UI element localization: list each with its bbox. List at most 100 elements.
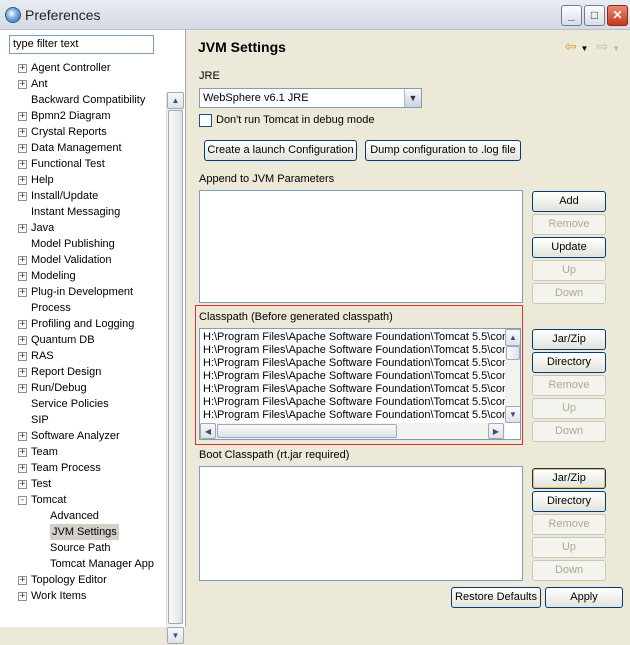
forward-menu-chevron-icon[interactable]: ▼ — [612, 44, 620, 53]
classpath-down-button[interactable]: Down — [532, 421, 606, 442]
tree-item[interactable]: - Tomcat — [0, 492, 166, 508]
maximize-button[interactable]: □ — [584, 5, 605, 26]
filter-input[interactable]: type filter text — [9, 35, 154, 54]
tree-item[interactable]: + Run/Debug — [0, 380, 166, 396]
expand-icon[interactable]: + — [18, 336, 27, 345]
expand-icon[interactable]: + — [18, 352, 27, 361]
back-menu-chevron-icon[interactable]: ▼ — [581, 44, 589, 53]
scroll-left-arrow-icon[interactable]: ◀ — [200, 423, 216, 439]
expand-icon[interactable]: + — [18, 448, 27, 457]
expand-icon[interactable]: + — [18, 480, 27, 489]
expand-icon[interactable]: + — [18, 432, 27, 441]
move-parameter-down-button[interactable]: Down — [532, 283, 606, 304]
classpath-entry[interactable]: H:\Program Files\Apache Software Foundat… — [200, 396, 505, 409]
classpath-entry[interactable]: H:\Program Files\Apache Software Foundat… — [200, 409, 505, 422]
scroll-up-arrow-icon[interactable]: ▲ — [505, 329, 520, 346]
classpath-vertical-scrollbar[interactable]: ▲ ▼ — [505, 329, 520, 423]
move-parameter-up-button[interactable]: Up — [532, 260, 606, 281]
tree-item[interactable]: + Help — [0, 172, 166, 188]
tree-item[interactable]: Advanced — [0, 508, 166, 524]
tree-item[interactable]: + Modeling — [0, 268, 166, 284]
scroll-down-arrow-icon[interactable]: ▼ — [505, 406, 520, 423]
tree-item[interactable]: + Software Analyzer — [0, 428, 166, 444]
classpath-entry[interactable]: H:\Program Files\Apache Software Foundat… — [200, 331, 505, 344]
scroll-right-arrow-icon[interactable]: ▶ — [488, 423, 504, 439]
expand-icon[interactable]: + — [18, 384, 27, 393]
tree-item[interactable]: + Crystal Reports — [0, 124, 166, 140]
expand-icon[interactable]: + — [18, 272, 27, 281]
tree-item[interactable]: + Bpmn2 Diagram — [0, 108, 166, 124]
scroll-thumb[interactable] — [168, 110, 183, 624]
tree-item[interactable]: + Data Management — [0, 140, 166, 156]
tree-item[interactable]: + Model Validation — [0, 252, 166, 268]
tree-item[interactable]: Tomcat Manager App — [0, 556, 166, 572]
tree-item[interactable]: + Functional Test — [0, 156, 166, 172]
back-arrow-icon[interactable]: ⇦ — [565, 38, 577, 55]
classpath-directory-button[interactable]: Directory — [532, 352, 606, 373]
tree-scrollbar[interactable]: ▲ ▼ — [166, 92, 184, 644]
expand-icon[interactable]: + — [18, 192, 27, 201]
expand-icon[interactable]: + — [18, 368, 27, 377]
expand-icon[interactable]: + — [18, 144, 27, 153]
tree-item[interactable]: + Report Design — [0, 364, 166, 380]
expand-icon[interactable]: + — [18, 576, 27, 585]
apply-button[interactable]: Apply — [545, 587, 623, 608]
expand-icon[interactable]: + — [18, 128, 27, 137]
expand-icon[interactable]: + — [18, 464, 27, 473]
boot-up-button[interactable]: Up — [532, 537, 606, 558]
expand-icon[interactable]: + — [18, 224, 27, 233]
expand-icon[interactable]: + — [18, 176, 27, 185]
jre-select[interactable]: WebSphere v6.1 JRE ▼ — [199, 88, 422, 108]
classpath-entry[interactable]: H:\Program Files\Apache Software Foundat… — [200, 383, 505, 396]
scroll-up-arrow-icon[interactable]: ▲ — [167, 92, 184, 109]
expand-icon[interactable]: + — [18, 256, 27, 265]
tree-item[interactable]: Model Publishing — [0, 236, 166, 252]
tree-item[interactable]: Instant Messaging — [0, 204, 166, 220]
classpath-list[interactable]: H:\Program Files\Apache Software Foundat… — [199, 328, 521, 440]
tree-item[interactable]: + Team Process — [0, 460, 166, 476]
tree-item[interactable]: + Install/Update — [0, 188, 166, 204]
tree-item[interactable]: SIP — [0, 412, 166, 428]
expand-icon[interactable]: + — [18, 288, 27, 297]
expand-icon[interactable]: + — [18, 320, 27, 329]
close-button[interactable]: ✕ — [607, 5, 628, 26]
tree-item[interactable]: + Ant — [0, 76, 166, 92]
update-parameter-button[interactable]: Update — [532, 237, 606, 258]
tree-item[interactable]: Service Policies — [0, 396, 166, 412]
tree-item[interactable]: Backward Compatibility — [0, 92, 166, 108]
tree-item[interactable]: + Work Items — [0, 588, 166, 604]
remove-parameter-button[interactable]: Remove — [532, 214, 606, 235]
expand-icon[interactable]: + — [18, 80, 27, 89]
classpath-horizontal-scrollbar[interactable]: ◀ ▶ — [200, 423, 505, 439]
tree-item[interactable]: + Team — [0, 444, 166, 460]
classpath-jarzip-button[interactable]: Jar/Zip — [532, 329, 606, 350]
boot-jarzip-button[interactable]: Jar/Zip — [532, 468, 606, 489]
classpath-entry[interactable]: H:\Program Files\Apache Software Foundat… — [200, 370, 505, 383]
tree-item[interactable]: + Quantum DB — [0, 332, 166, 348]
expand-icon[interactable]: + — [18, 160, 27, 169]
boot-classpath-list[interactable] — [199, 466, 523, 581]
scroll-down-arrow-icon[interactable]: ▼ — [167, 627, 184, 644]
collapse-icon[interactable]: - — [18, 496, 27, 505]
expand-icon[interactable]: + — [18, 592, 27, 601]
tree-item[interactable]: + Profiling and Logging — [0, 316, 166, 332]
forward-arrow-icon[interactable]: ⇨ — [596, 38, 608, 55]
boot-directory-button[interactable]: Directory — [532, 491, 606, 512]
tree-item[interactable]: JVM Settings — [0, 524, 166, 540]
debug-mode-checkbox[interactable] — [199, 114, 212, 127]
add-parameter-button[interactable]: Add — [532, 191, 606, 212]
dump-configuration-button[interactable]: Dump configuration to .log file — [365, 140, 521, 161]
restore-defaults-button[interactable]: Restore Defaults — [451, 587, 541, 608]
classpath-scroll-thumb[interactable] — [506, 346, 520, 360]
boot-remove-button[interactable]: Remove — [532, 514, 606, 535]
classpath-hscroll-thumb[interactable] — [217, 424, 397, 438]
classpath-up-button[interactable]: Up — [532, 398, 606, 419]
classpath-remove-button[interactable]: Remove — [532, 375, 606, 396]
tree-item[interactable]: Process — [0, 300, 166, 316]
tree-item[interactable]: + Topology Editor — [0, 572, 166, 588]
expand-icon[interactable]: + — [18, 112, 27, 121]
expand-icon[interactable]: + — [18, 64, 27, 73]
classpath-entry[interactable]: H:\Program Files\Apache Software Foundat… — [200, 357, 505, 370]
tree-item[interactable]: + Agent Controller — [0, 60, 166, 76]
tree-item[interactable]: + Test — [0, 476, 166, 492]
